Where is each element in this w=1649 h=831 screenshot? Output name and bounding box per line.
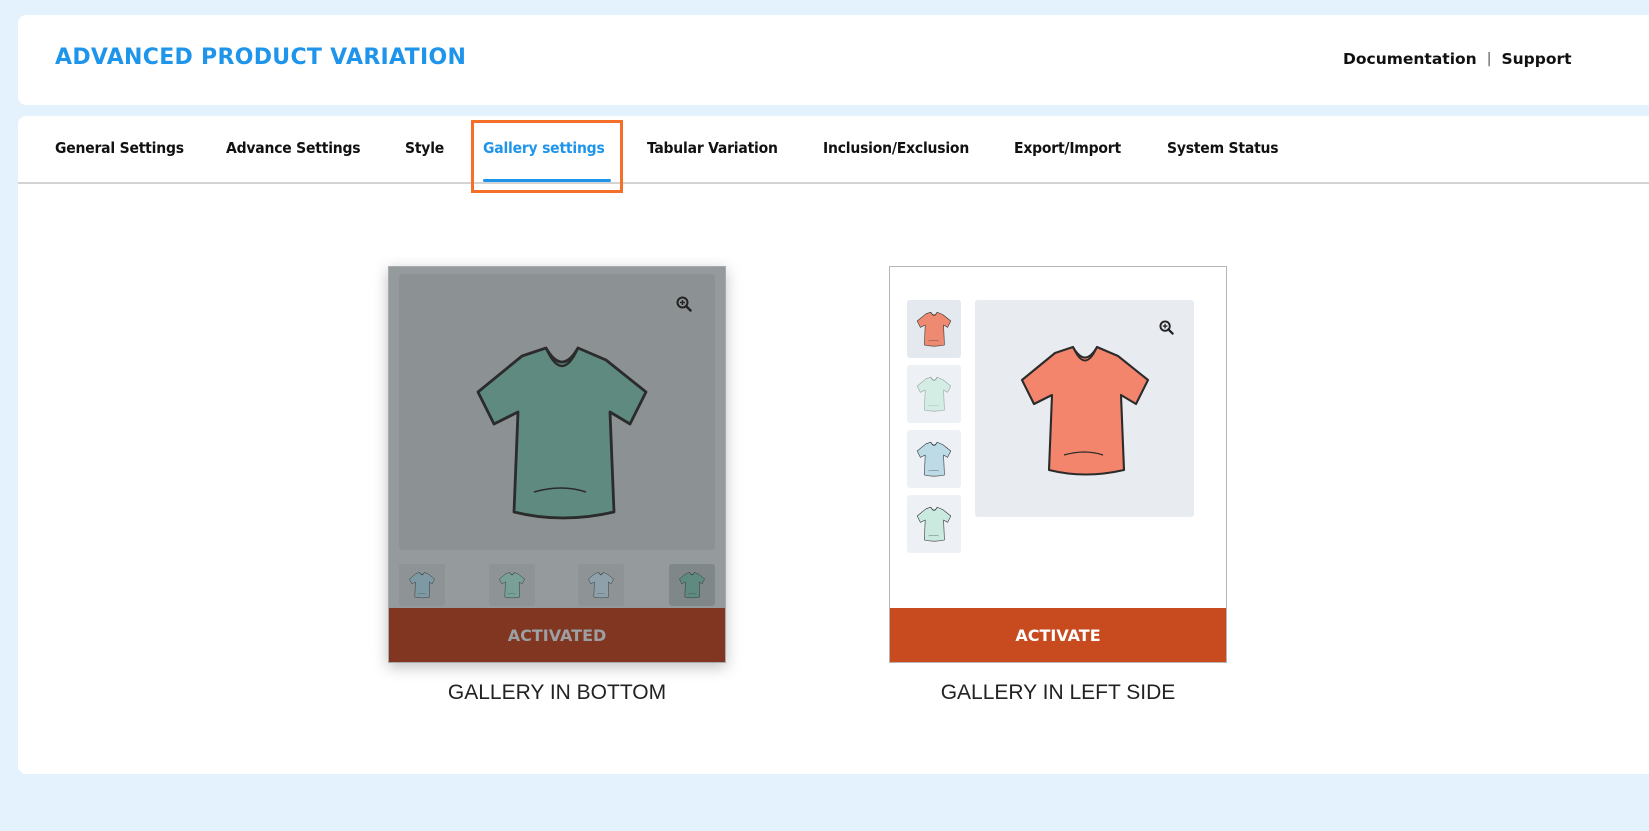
support-link[interactable]: Support [1501,50,1571,68]
main-panel: General Settings Advance Settings Style … [18,116,1649,774]
activated-button[interactable]: ACTIVATED [389,608,725,662]
activate-button[interactable]: ACTIVATE [890,608,1226,662]
gallery-left-caption: GALLERY IN LEFT SIDE [940,681,1176,704]
app-title: ADVANCED PRODUCT VARIATION [55,45,467,70]
link-separator: | [1486,51,1492,67]
thumbnail[interactable] [907,430,961,488]
tshirt-thumb-icon [586,570,616,600]
tshirt-image [1010,335,1160,485]
tab-style[interactable]: Style [405,139,444,157]
gallery-bottom-caption: GALLERY IN BOTTOM [447,681,667,704]
thumbnail[interactable] [669,564,715,606]
zoom-in-icon[interactable] [1155,316,1177,338]
tshirt-image [457,332,667,532]
tshirt-thumb-icon [914,374,954,414]
tab-highlight-box [471,120,623,193]
header-panel: ADVANCED PRODUCT VARIATION Documentation… [18,15,1649,105]
thumbnail[interactable] [907,300,961,358]
tab-inclusion-exclusion[interactable]: Inclusion/Exclusion [823,139,969,157]
tshirt-thumb-icon [407,570,437,600]
documentation-link[interactable]: Documentation [1343,50,1477,68]
tshirt-thumb-icon [914,439,954,479]
tshirt-thumb-icon [677,570,707,600]
tshirt-thumb-icon [914,504,954,544]
zoom-in-icon[interactable] [673,293,695,315]
tshirt-thumb-icon [914,309,954,349]
thumbnail[interactable] [399,564,445,606]
gallery-left-card[interactable]: ACTIVATE [889,266,1227,663]
tab-system-status[interactable]: System Status [1167,139,1279,157]
thumbnail[interactable] [578,564,624,606]
thumbnail[interactable] [489,564,535,606]
thumbnail[interactable] [907,365,961,423]
header-links: Documentation | Support [1343,50,1572,68]
gallery-bottom-card[interactable]: ACTIVATED [388,266,726,663]
main-product-image [399,274,715,550]
main-product-image [975,300,1194,517]
tshirt-thumb-icon [497,570,527,600]
side-thumbnails [907,300,961,560]
bottom-thumbnails [399,564,719,606]
tab-tabular-variation[interactable]: Tabular Variation [647,139,778,157]
settings-tabs: General Settings Advance Settings Style … [18,116,1649,193]
tab-general-settings[interactable]: General Settings [55,139,184,157]
tab-export-import[interactable]: Export/Import [1014,139,1121,157]
thumbnail[interactable] [907,495,961,553]
tab-advance-settings[interactable]: Advance Settings [226,139,361,157]
